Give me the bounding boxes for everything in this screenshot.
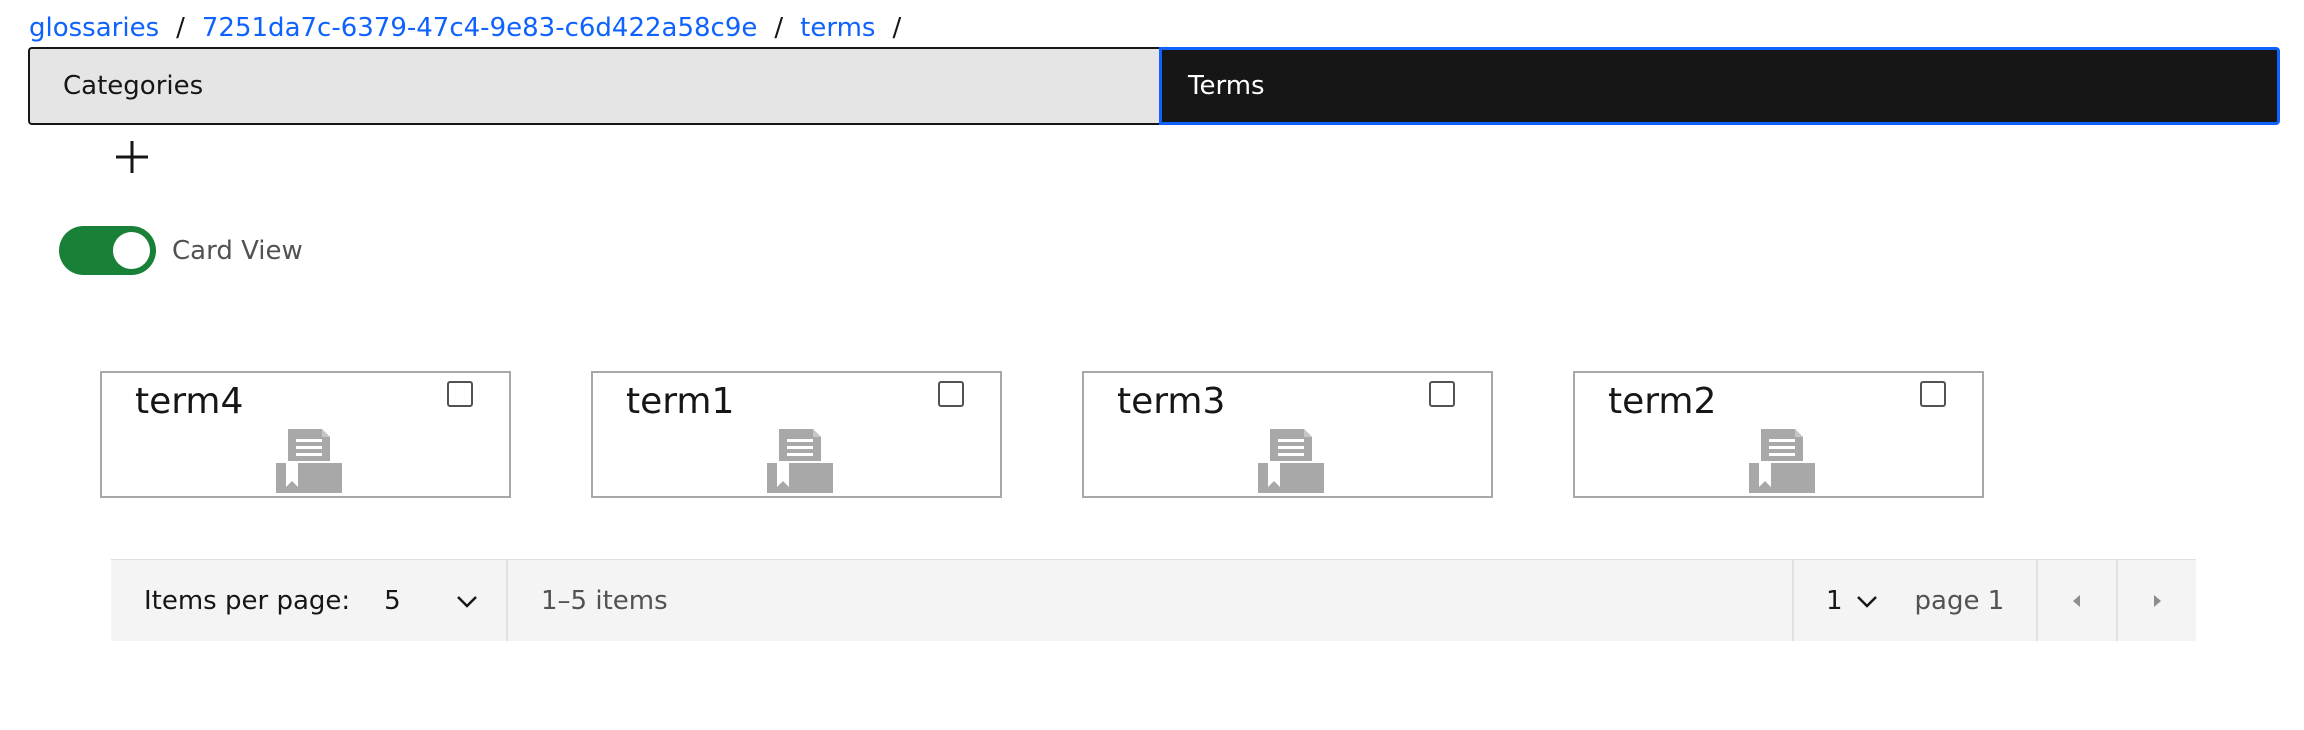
term-card-title: term1 xyxy=(626,381,735,422)
caret-left-icon xyxy=(2073,594,2080,607)
breadcrumb-link-glossary-id[interactable]: 7251da7c-6379-47c4-9e83-c6d422a58c9e xyxy=(202,12,758,44)
breadcrumb-separator: / xyxy=(176,13,185,43)
document-bookmark-icon xyxy=(1749,429,1815,493)
plus-icon xyxy=(116,141,148,173)
chevron-down-icon[interactable] xyxy=(454,588,480,614)
page-select-section: 1 page 1 xyxy=(1792,560,2036,641)
tab-categories-label: Categories xyxy=(63,71,204,101)
tab-terms-label: Terms xyxy=(1188,71,1265,101)
breadcrumb: glossaries / 7251da7c-6379-47c4-9e83-c6d… xyxy=(29,12,918,44)
term-card-checkbox[interactable] xyxy=(938,381,964,407)
document-bookmark-icon xyxy=(1258,429,1324,493)
caret-right-icon xyxy=(2154,594,2161,607)
term-card-title: term4 xyxy=(135,381,244,422)
tab-categories[interactable]: Categories xyxy=(28,47,1159,125)
breadcrumb-separator: / xyxy=(892,13,902,43)
card-view-toggle[interactable] xyxy=(59,226,156,275)
previous-page-button[interactable] xyxy=(2036,560,2116,641)
tab-terms[interactable]: Terms xyxy=(1159,47,2280,125)
items-per-page-label: Items per page: xyxy=(144,585,351,616)
next-page-button[interactable] xyxy=(2116,560,2196,641)
term-card[interactable]: term1 xyxy=(591,371,1002,498)
page-label: page 1 xyxy=(1914,585,2005,616)
breadcrumb-link-terms[interactable]: terms xyxy=(800,12,875,44)
term-card[interactable]: term3 xyxy=(1082,371,1493,498)
term-card-checkbox[interactable] xyxy=(447,381,473,407)
term-card[interactable]: term2 xyxy=(1573,371,1984,498)
term-card[interactable]: term4 xyxy=(100,371,511,498)
term-card-checkbox[interactable] xyxy=(1429,381,1455,407)
term-card-checkbox[interactable] xyxy=(1920,381,1946,407)
document-bookmark-icon xyxy=(276,429,342,493)
term-card-title: term3 xyxy=(1117,381,1226,422)
chevron-down-icon[interactable] xyxy=(1855,589,1879,613)
document-bookmark-icon xyxy=(767,429,833,493)
toggle-knob xyxy=(113,232,150,269)
page-number-select[interactable]: 1 xyxy=(1826,586,1843,616)
pagination-bar: Items per page: 5 1–5 items 1 page 1 xyxy=(111,559,2196,641)
add-term-button[interactable] xyxy=(112,137,152,177)
tab-switcher: Categories Terms xyxy=(28,47,2280,125)
items-per-page-section: Items per page: 5 xyxy=(111,560,508,641)
breadcrumb-separator: / xyxy=(774,13,784,43)
card-view-label: Card View xyxy=(172,235,303,266)
item-range-label: 1–5 items xyxy=(541,585,668,616)
term-card-title: term2 xyxy=(1608,381,1717,422)
card-view-toggle-row: Card View xyxy=(59,226,303,275)
items-per-page-select[interactable]: 5 xyxy=(384,586,401,616)
breadcrumb-link-glossaries[interactable]: glossaries xyxy=(29,12,159,44)
item-range-text: 1–5 items xyxy=(508,560,1792,641)
